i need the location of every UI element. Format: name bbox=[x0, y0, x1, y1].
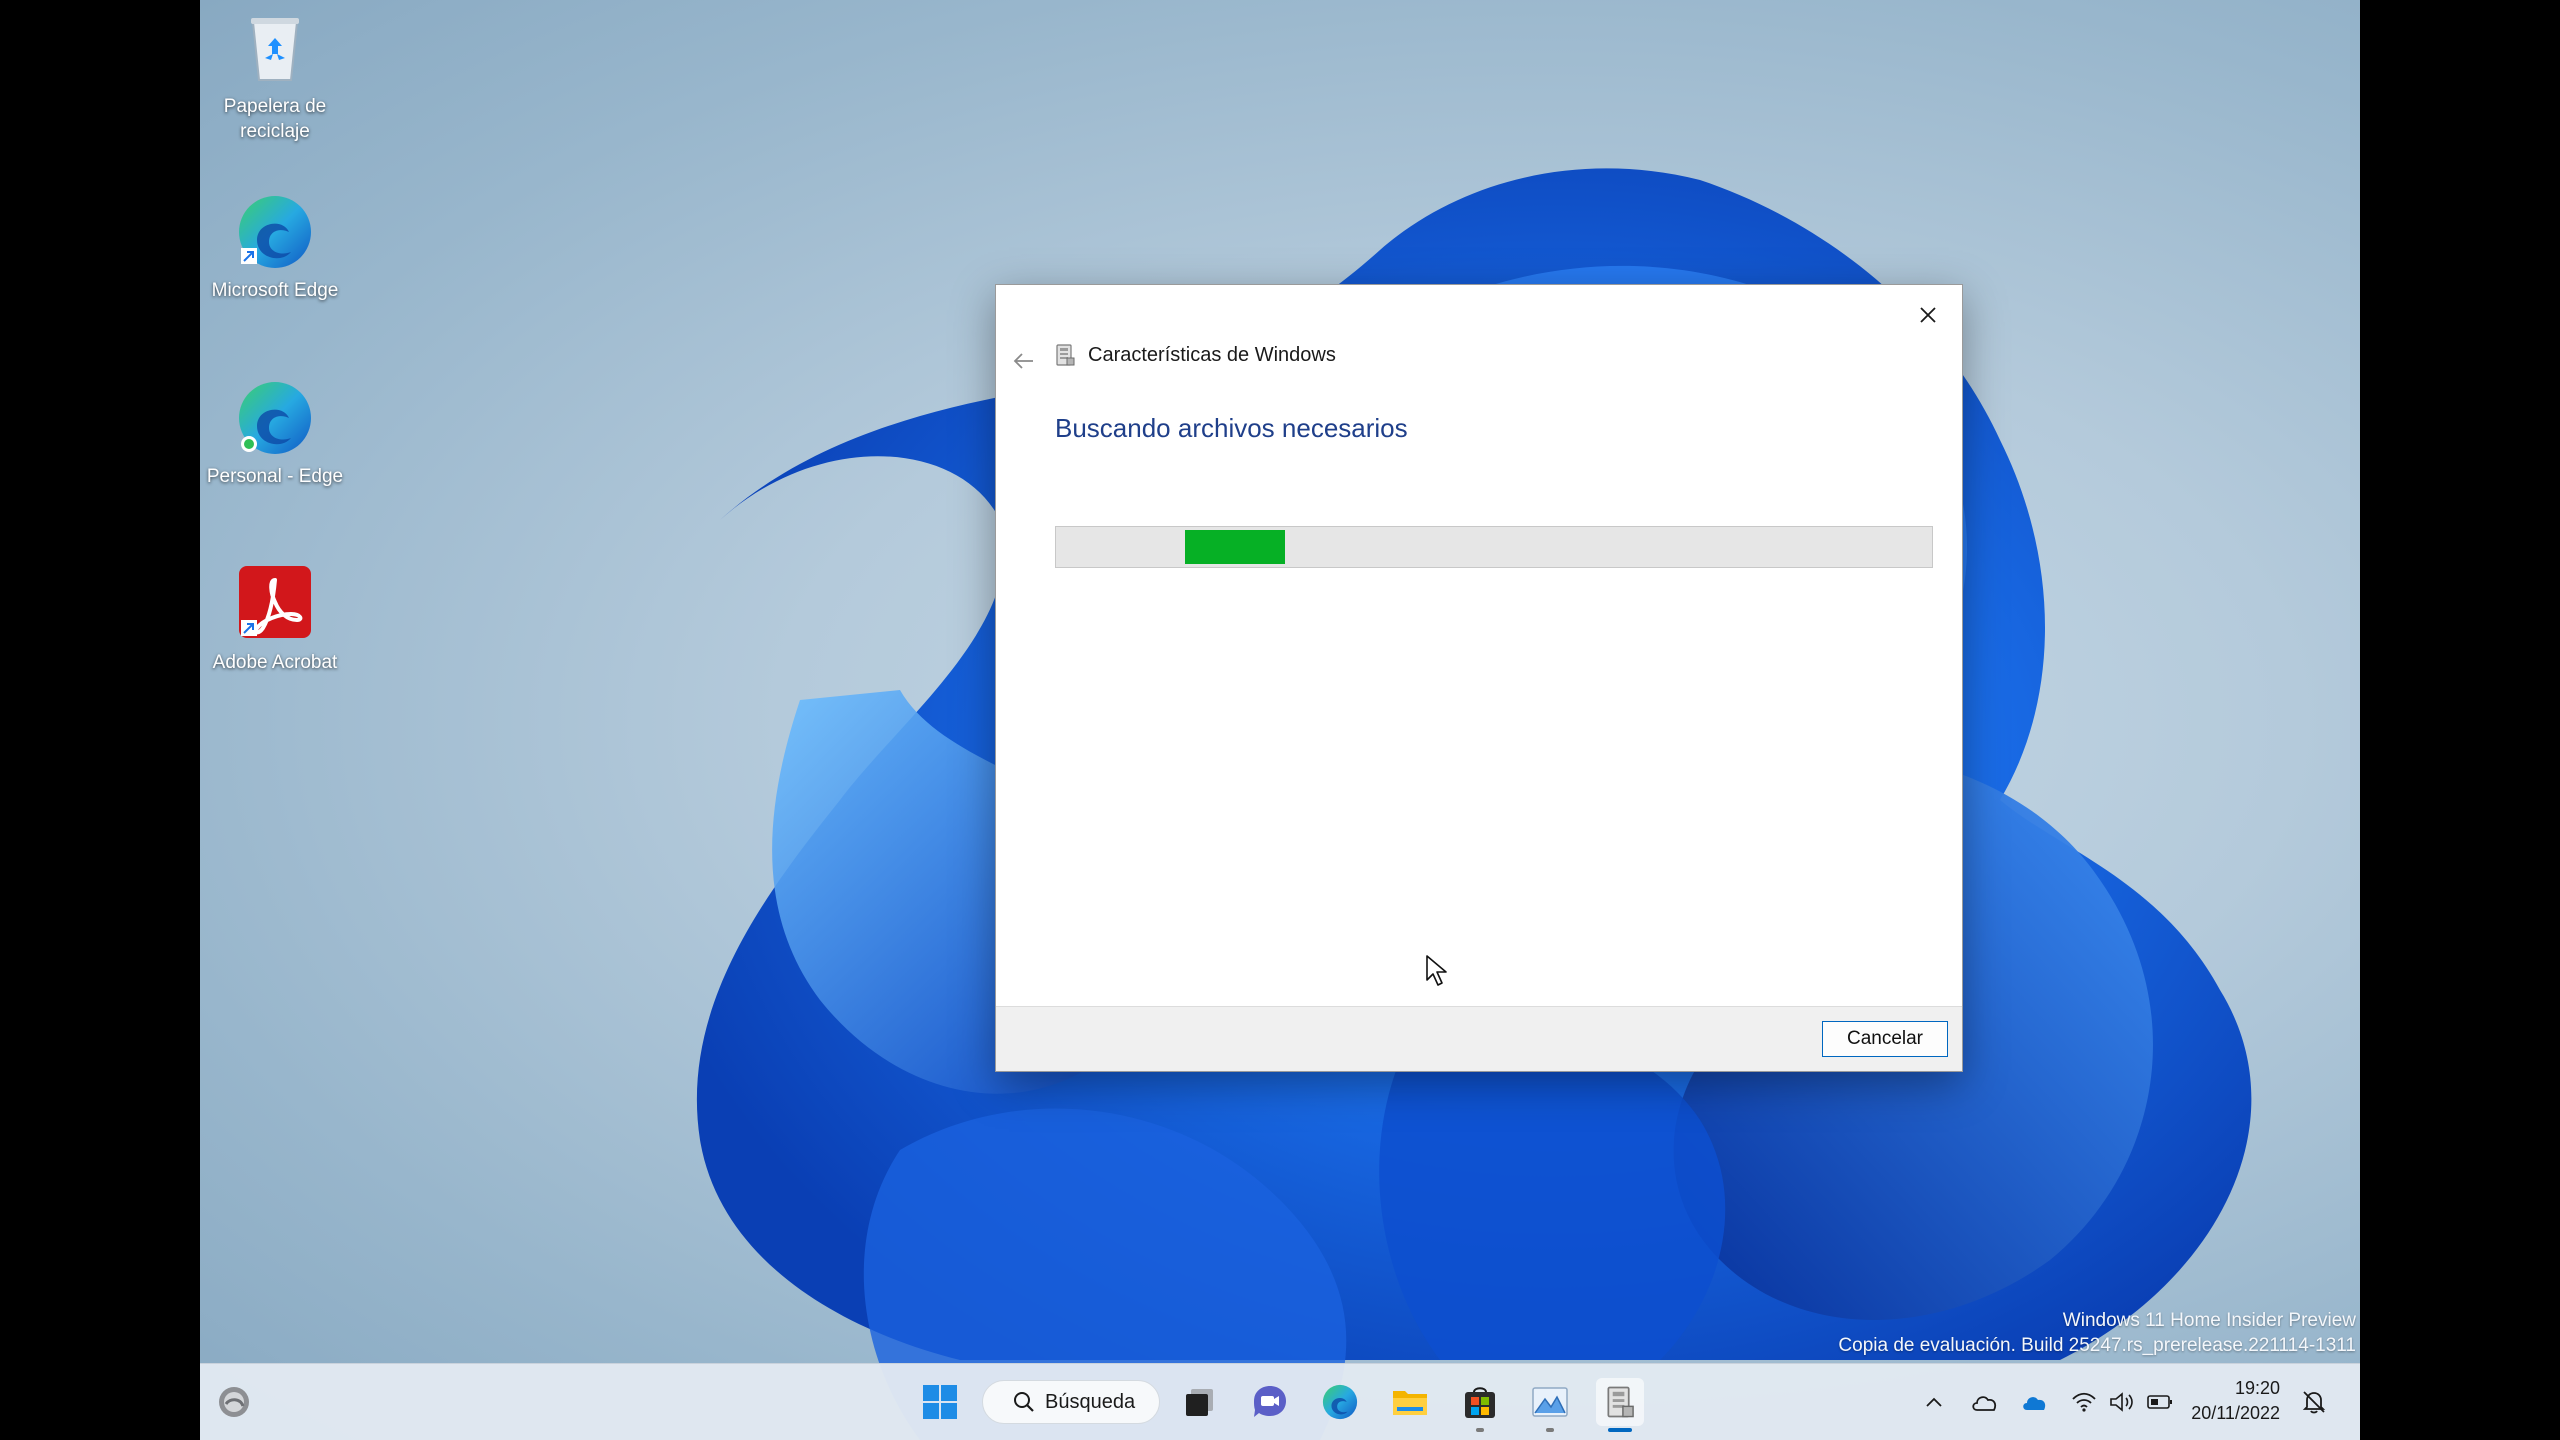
arrow-left-icon bbox=[1013, 353, 1033, 369]
dialog-title: Características de Windows bbox=[1088, 343, 1336, 366]
file-explorer-icon bbox=[1393, 1391, 1427, 1415]
desktop-icon-microsoft-edge[interactable]: Microsoft Edge bbox=[200, 192, 350, 303]
progress-bar bbox=[1055, 526, 1933, 568]
clock-date: 20/11/2022 bbox=[2191, 1403, 2280, 1423]
photos-button[interactable] bbox=[1526, 1378, 1574, 1432]
active-indicator bbox=[1608, 1428, 1632, 1432]
recycle-bin-icon bbox=[235, 8, 315, 88]
volume-button[interactable] bbox=[2106, 1386, 2138, 1418]
close-icon bbox=[1920, 307, 1936, 323]
start-button[interactable] bbox=[916, 1378, 964, 1426]
running-indicator bbox=[1546, 1428, 1554, 1432]
store-icon bbox=[1465, 1387, 1495, 1418]
task-view-icon bbox=[1186, 1389, 1213, 1416]
clock[interactable]: 19:20 20/11/2022 bbox=[2191, 1376, 2280, 1426]
battery-button[interactable] bbox=[2144, 1386, 2176, 1418]
desktop-icon-adobe-acrobat[interactable]: Adobe Acrobat bbox=[200, 564, 350, 675]
desktop-icon-label: Adobe Acrobat bbox=[212, 652, 338, 673]
desktop-icon-recycle-bin[interactable]: Papelera de reciclaje bbox=[200, 8, 350, 144]
show-hidden-icons-button[interactable] bbox=[1918, 1386, 1950, 1418]
wifi-button[interactable] bbox=[2068, 1386, 2100, 1418]
search-label: Búsqueda bbox=[1045, 1390, 1136, 1413]
taskbar-search[interactable]: Búsqueda bbox=[982, 1380, 1160, 1424]
desktop-icon-personal-edge[interactable]: Personal - Edge bbox=[200, 378, 350, 489]
adobe-acrobat-icon bbox=[235, 564, 315, 644]
onedrive-personal-button[interactable] bbox=[1968, 1386, 2000, 1418]
windows-features-icon bbox=[1056, 344, 1075, 366]
progress-bar-fill bbox=[1185, 530, 1286, 564]
build-watermark: Windows 11 Home Insider Preview Copia de… bbox=[1838, 1308, 2356, 1358]
notification-bell-icon bbox=[2302, 1391, 2326, 1414]
file-explorer-button[interactable] bbox=[1386, 1378, 1434, 1426]
desktop: Papelera de reciclaje Microsoft Edge Per… bbox=[200, 0, 2360, 1440]
back-button[interactable] bbox=[1002, 341, 1046, 381]
chevron-up-icon bbox=[1926, 1397, 1942, 1407]
notifications-button[interactable] bbox=[2298, 1386, 2330, 1418]
onedrive-button[interactable] bbox=[2018, 1386, 2050, 1418]
battery-icon bbox=[2147, 1395, 2172, 1409]
cancel-button[interactable]: Cancelar bbox=[1822, 1021, 1948, 1057]
wifi-icon bbox=[2072, 1392, 2096, 1412]
edge-icon bbox=[235, 378, 315, 458]
windows-features-icon bbox=[1607, 1386, 1634, 1418]
edge-icon bbox=[1322, 1384, 1358, 1420]
dialog-footer: Cancelar bbox=[996, 1006, 1962, 1071]
status-heading: Buscando archivos necesarios bbox=[1055, 413, 1408, 443]
widgets-button[interactable] bbox=[210, 1378, 258, 1426]
edge-taskbar-button[interactable] bbox=[1316, 1378, 1364, 1426]
mouse-cursor-icon bbox=[1426, 955, 1447, 986]
clock-time: 19:20 bbox=[2234, 1378, 2280, 1398]
desktop-icon-label: Microsoft Edge bbox=[211, 280, 339, 301]
watermark-line-2: Copia de evaluación. Build 25247.rs_prer… bbox=[1838, 1335, 2356, 1356]
cloud-icon bbox=[2023, 1397, 2046, 1410]
volume-icon bbox=[2110, 1392, 2133, 1412]
start-icon bbox=[923, 1385, 957, 1419]
task-view-button[interactable] bbox=[1176, 1378, 1224, 1426]
dialog-title-row: Características de Windows bbox=[1054, 343, 1336, 367]
chat-button[interactable] bbox=[1246, 1378, 1294, 1426]
cloud-outline-icon bbox=[1972, 1396, 1997, 1411]
edge-icon bbox=[235, 192, 315, 272]
watermark-line-1: Windows 11 Home Insider Preview bbox=[2062, 1310, 2356, 1331]
windows-features-taskbar-button[interactable] bbox=[1596, 1378, 1644, 1432]
running-indicator bbox=[1476, 1428, 1484, 1432]
weather-icon bbox=[219, 1387, 249, 1417]
close-button[interactable] bbox=[1906, 295, 1950, 335]
store-button[interactable] bbox=[1456, 1378, 1504, 1432]
desktop-icon-label: Personal - Edge bbox=[206, 466, 344, 487]
desktop-icon-label: Papelera de reciclaje bbox=[223, 96, 327, 142]
photos-icon bbox=[1532, 1387, 1568, 1417]
windows-features-dialog: Características de Windows Buscando arch… bbox=[995, 284, 1963, 1072]
chat-icon bbox=[1254, 1386, 1286, 1417]
search-icon bbox=[1014, 1392, 1034, 1412]
taskbar: Búsqueda 19:20 20/11/2022 bbox=[200, 1363, 2360, 1440]
